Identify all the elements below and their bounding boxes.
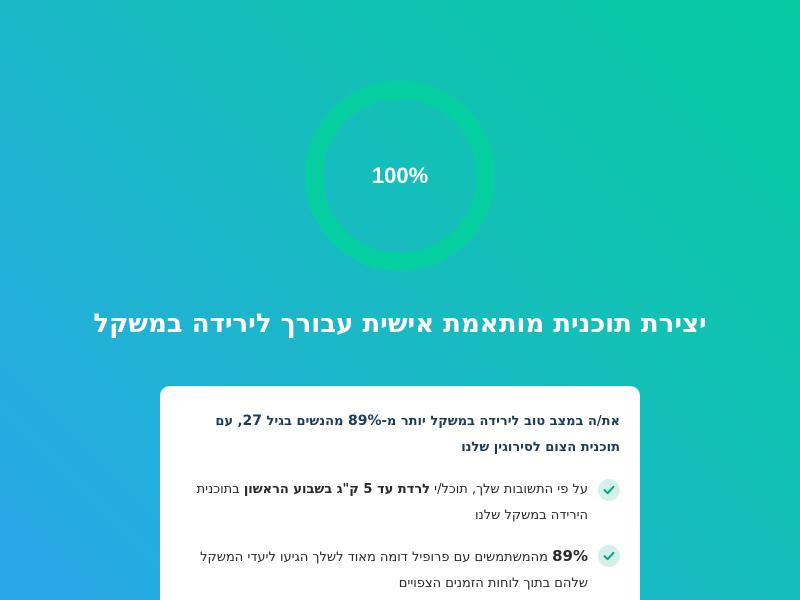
list-item-text: 89% מהמשתמשים עם פרופיל דומה מאוד לשלך ה… (180, 543, 588, 597)
list-item: על פי התשובות שלך, תוכל/י לרדת עד 5 ק"ג … (180, 477, 620, 529)
list-item-percentage: 89% (552, 547, 588, 565)
intro-part-2: מהנשים בגיל (261, 414, 348, 429)
results-card: את/ה במצב טוב לירידה במשקל יותר מ-89% מה… (160, 386, 640, 600)
check-icon (598, 545, 620, 567)
list-item-text: על פי התשובות שלך, תוכל/י לרדת עד 5 ק"ג … (180, 477, 588, 529)
progress-ring: 100% (303, 79, 497, 273)
list-item: 89% מהמשתמשים עם פרופיל דומה מאוד לשלך ה… (180, 543, 620, 597)
list-item-highlight: לרדת עד 5 ק"ג בשבוע הראשון (243, 482, 431, 497)
intro-percentage: 89% (347, 413, 382, 429)
list-item-post: מהמשתמשים עם פרופיל דומה מאוד לשלך הגיעו… (200, 550, 588, 591)
intro-text: את/ה במצב טוב לירידה במשקל יותר מ-89% מה… (180, 408, 620, 461)
progress-percentage: 100% (371, 163, 429, 188)
intro-age: 27 (242, 413, 262, 429)
check-icon (598, 479, 620, 501)
page-title: יצירת תוכנית מותאמת אישית עבורך לירידה ב… (93, 309, 707, 339)
intro-part-1: את/ה במצב טוב לירידה במשקל יותר מ- (381, 414, 620, 429)
list-item-pre: על פי התשובות שלך, תוכל/י (430, 482, 588, 497)
